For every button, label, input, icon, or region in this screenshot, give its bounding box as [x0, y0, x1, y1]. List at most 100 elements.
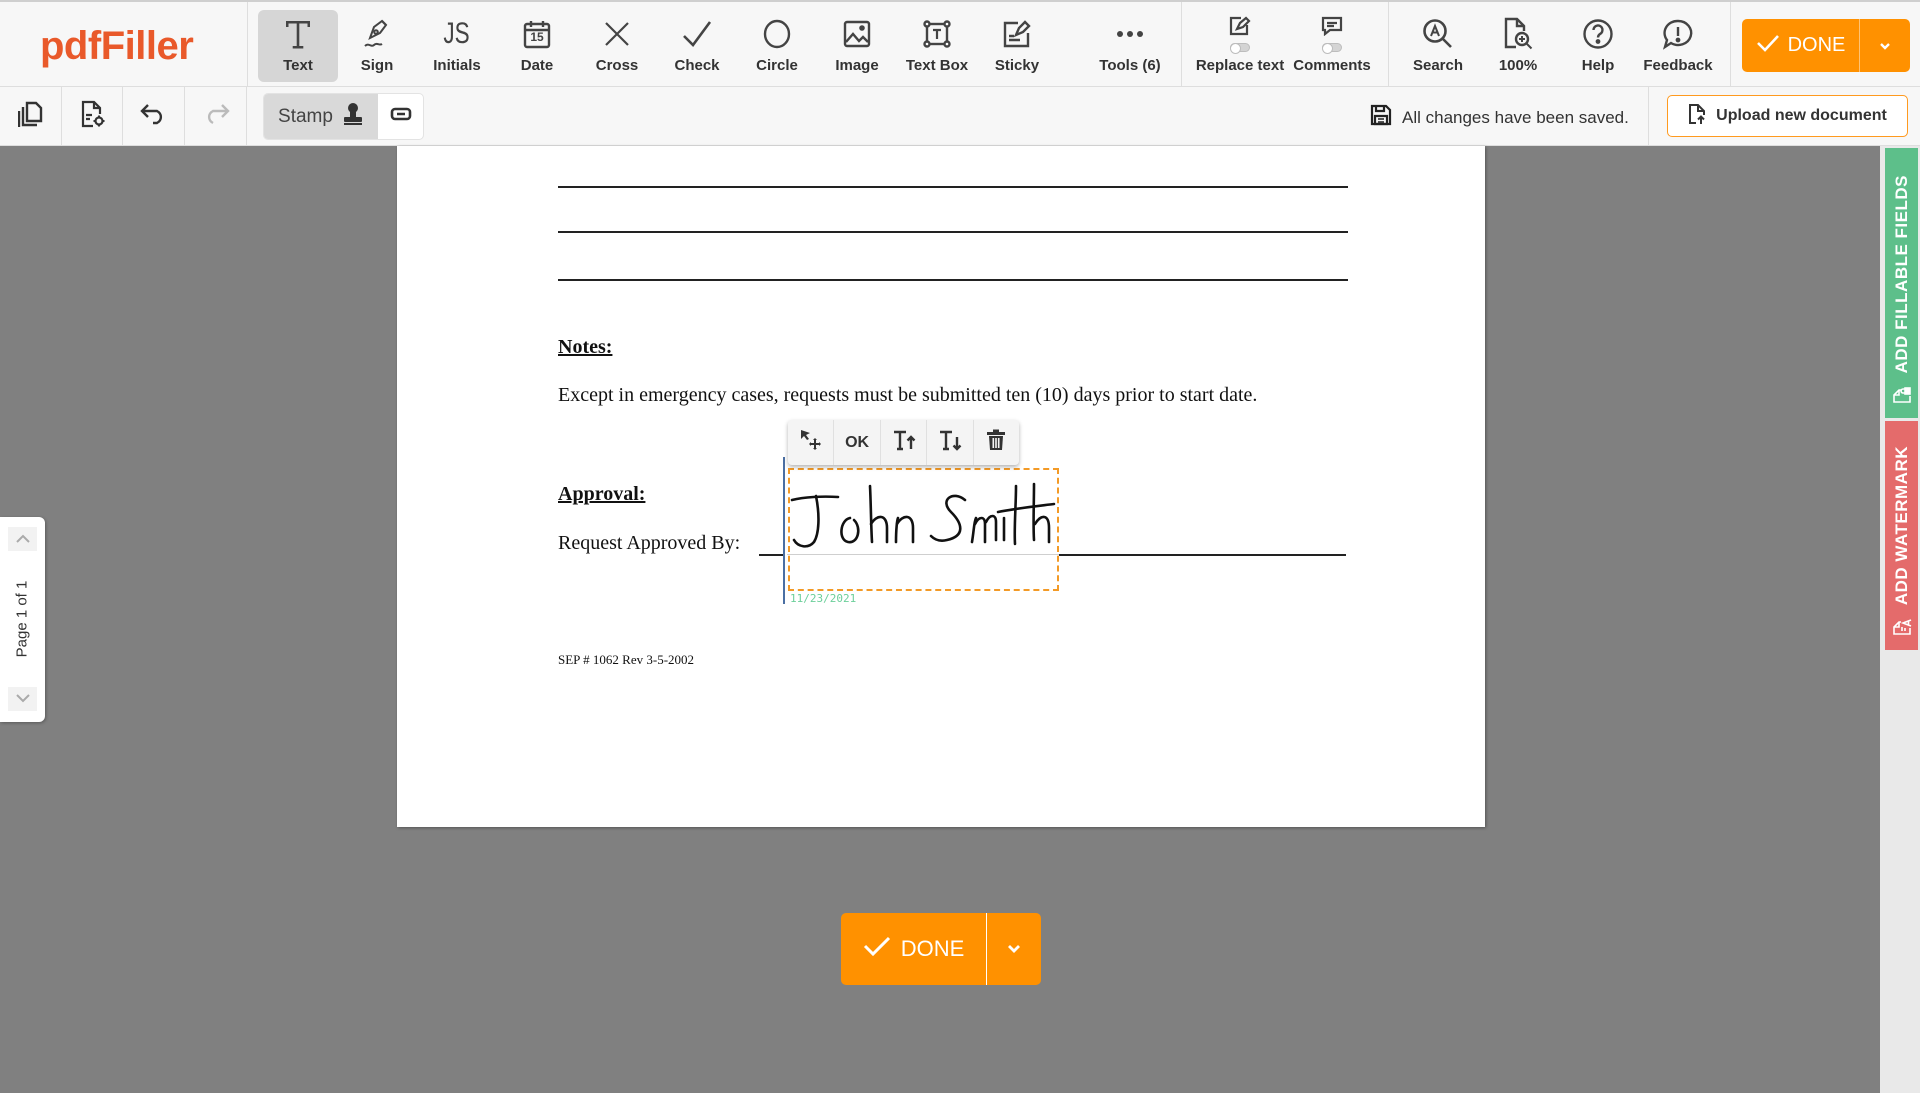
tool-text[interactable]: Text [258, 10, 338, 82]
divider [1648, 87, 1649, 145]
circle-icon [762, 14, 792, 54]
document-settings-icon [80, 100, 106, 133]
comments-toggle[interactable] [1322, 43, 1342, 54]
next-page-button[interactable] [8, 687, 37, 711]
signature-date: 11/23/2021 [790, 592, 857, 605]
search-icon [1422, 14, 1454, 54]
pdffiller-logo[interactable]: pdfFiller [40, 24, 194, 69]
tool-date[interactable]: 15 Date [497, 10, 577, 82]
toolbar-divider [247, 2, 248, 89]
feedback-icon [1662, 14, 1694, 54]
zoom-button[interactable]: 100% [1478, 10, 1558, 82]
signature-anchor-line [783, 457, 785, 604]
watermark-icon [1892, 617, 1911, 642]
stamp-icon [342, 102, 364, 132]
stamp-button[interactable]: Stamp [264, 94, 378, 139]
move-button[interactable] [788, 420, 835, 465]
initials-icon: JS [443, 17, 471, 50]
upload-file-icon [1688, 103, 1706, 130]
text-box-icon [922, 14, 952, 54]
tool-sign[interactable]: Sign [337, 10, 417, 82]
undo-icon [139, 103, 168, 130]
text-increase-icon [892, 429, 916, 456]
add-fillable-fields-tab[interactable]: ADD FILLABLE FIELDS [1885, 148, 1918, 418]
increase-size-button[interactable] [881, 420, 928, 465]
move-icon [800, 429, 822, 456]
redo-icon [202, 103, 230, 130]
redo-button[interactable] [185, 87, 246, 145]
document-settings-button[interactable] [62, 87, 123, 145]
link-icon [390, 107, 412, 126]
signature-line [1059, 554, 1346, 556]
text-decrease-icon [938, 429, 962, 456]
undo-button[interactable] [123, 87, 184, 145]
replace-text-icon [1229, 16, 1251, 41]
toolbar-divider [1388, 2, 1389, 89]
search-button[interactable]: Search [1398, 10, 1478, 82]
signature-field[interactable] [788, 468, 1059, 591]
done-button-bottom[interactable]: DONE [841, 913, 1041, 985]
chevron-down-icon [1879, 37, 1891, 55]
sign-pen-icon [361, 14, 393, 54]
toolbar-divider [1730, 2, 1731, 89]
tool-more-tools[interactable]: Tools (6) [1090, 10, 1170, 82]
signature-toolbar: OK [788, 420, 1019, 465]
check-icon [1756, 33, 1780, 59]
cross-icon [603, 14, 631, 54]
tool-circle[interactable]: Circle [737, 10, 817, 82]
approval-heading: Approval: [558, 483, 646, 505]
tool-initials[interactable]: JS Initials [417, 10, 497, 82]
pages-button[interactable] [0, 87, 61, 145]
main-toolbar: pdfFiller Text Sign JS Initials 15 Date … [0, 0, 1920, 89]
replace-text-toggle[interactable] [1230, 43, 1250, 54]
done-dropdown-button[interactable] [987, 913, 1041, 985]
toggle-comments[interactable]: Comments [1292, 10, 1372, 82]
sticky-note-icon [1002, 14, 1032, 54]
fillable-fields-icon [1892, 385, 1911, 410]
approved-by-label: Request Approved By: [558, 532, 741, 554]
tool-text-box[interactable]: Text Box [897, 10, 977, 82]
add-watermark-tab[interactable]: ADD WATERMARK [1885, 421, 1918, 650]
decrease-size-button[interactable] [927, 420, 974, 465]
delete-button[interactable] [974, 420, 1019, 465]
feedback-button[interactable]: Feedback [1638, 10, 1718, 82]
chevron-down-icon [15, 690, 30, 708]
zoom-icon [1503, 14, 1533, 54]
toggle-replace-text[interactable]: Replace text [1196, 10, 1284, 82]
chevron-up-icon [15, 530, 30, 548]
done-main-button[interactable]: DONE [841, 913, 987, 985]
blank-line [558, 186, 1348, 188]
notes-heading: Notes: [558, 336, 613, 358]
upload-new-document-button[interactable]: Upload new document [1667, 95, 1908, 137]
page-indicator: Page 1 of 1 [13, 580, 31, 658]
form-footer-code: SEP # 1062 Rev 3-5-2002 [558, 652, 695, 667]
done-dropdown-button[interactable] [1860, 19, 1910, 72]
signature-handwriting [790, 482, 1056, 548]
blank-line [558, 279, 1348, 281]
signature-line [759, 554, 783, 556]
page-navigator: Page 1 of 1 [0, 517, 45, 722]
check-icon [682, 14, 712, 54]
stamp-group: Stamp [263, 93, 424, 140]
done-button-top[interactable]: DONE [1742, 19, 1910, 72]
ok-button[interactable]: OK [834, 420, 881, 465]
save-status: All changes have been saved. [1370, 104, 1629, 131]
previous-page-button[interactable] [8, 527, 37, 551]
tool-cross[interactable]: Cross [577, 10, 657, 82]
image-icon [843, 14, 871, 54]
save-disk-icon [1370, 104, 1392, 131]
tool-image[interactable]: Image [817, 10, 897, 82]
more-icon [1116, 14, 1144, 54]
check-icon [863, 935, 891, 963]
help-button[interactable]: Help [1558, 10, 1638, 82]
chevron-down-icon [1007, 940, 1021, 958]
divider [246, 87, 247, 145]
tool-sticky[interactable]: Sticky [977, 10, 1057, 82]
link-button[interactable] [378, 94, 423, 139]
text-icon [283, 14, 313, 54]
tool-check[interactable]: Check [657, 10, 737, 82]
secondary-toolbar: Stamp All changes have been saved. Uploa… [0, 87, 1920, 146]
comments-icon [1321, 16, 1343, 41]
pages-icon [17, 100, 44, 133]
done-main-button[interactable]: DONE [1742, 19, 1860, 72]
